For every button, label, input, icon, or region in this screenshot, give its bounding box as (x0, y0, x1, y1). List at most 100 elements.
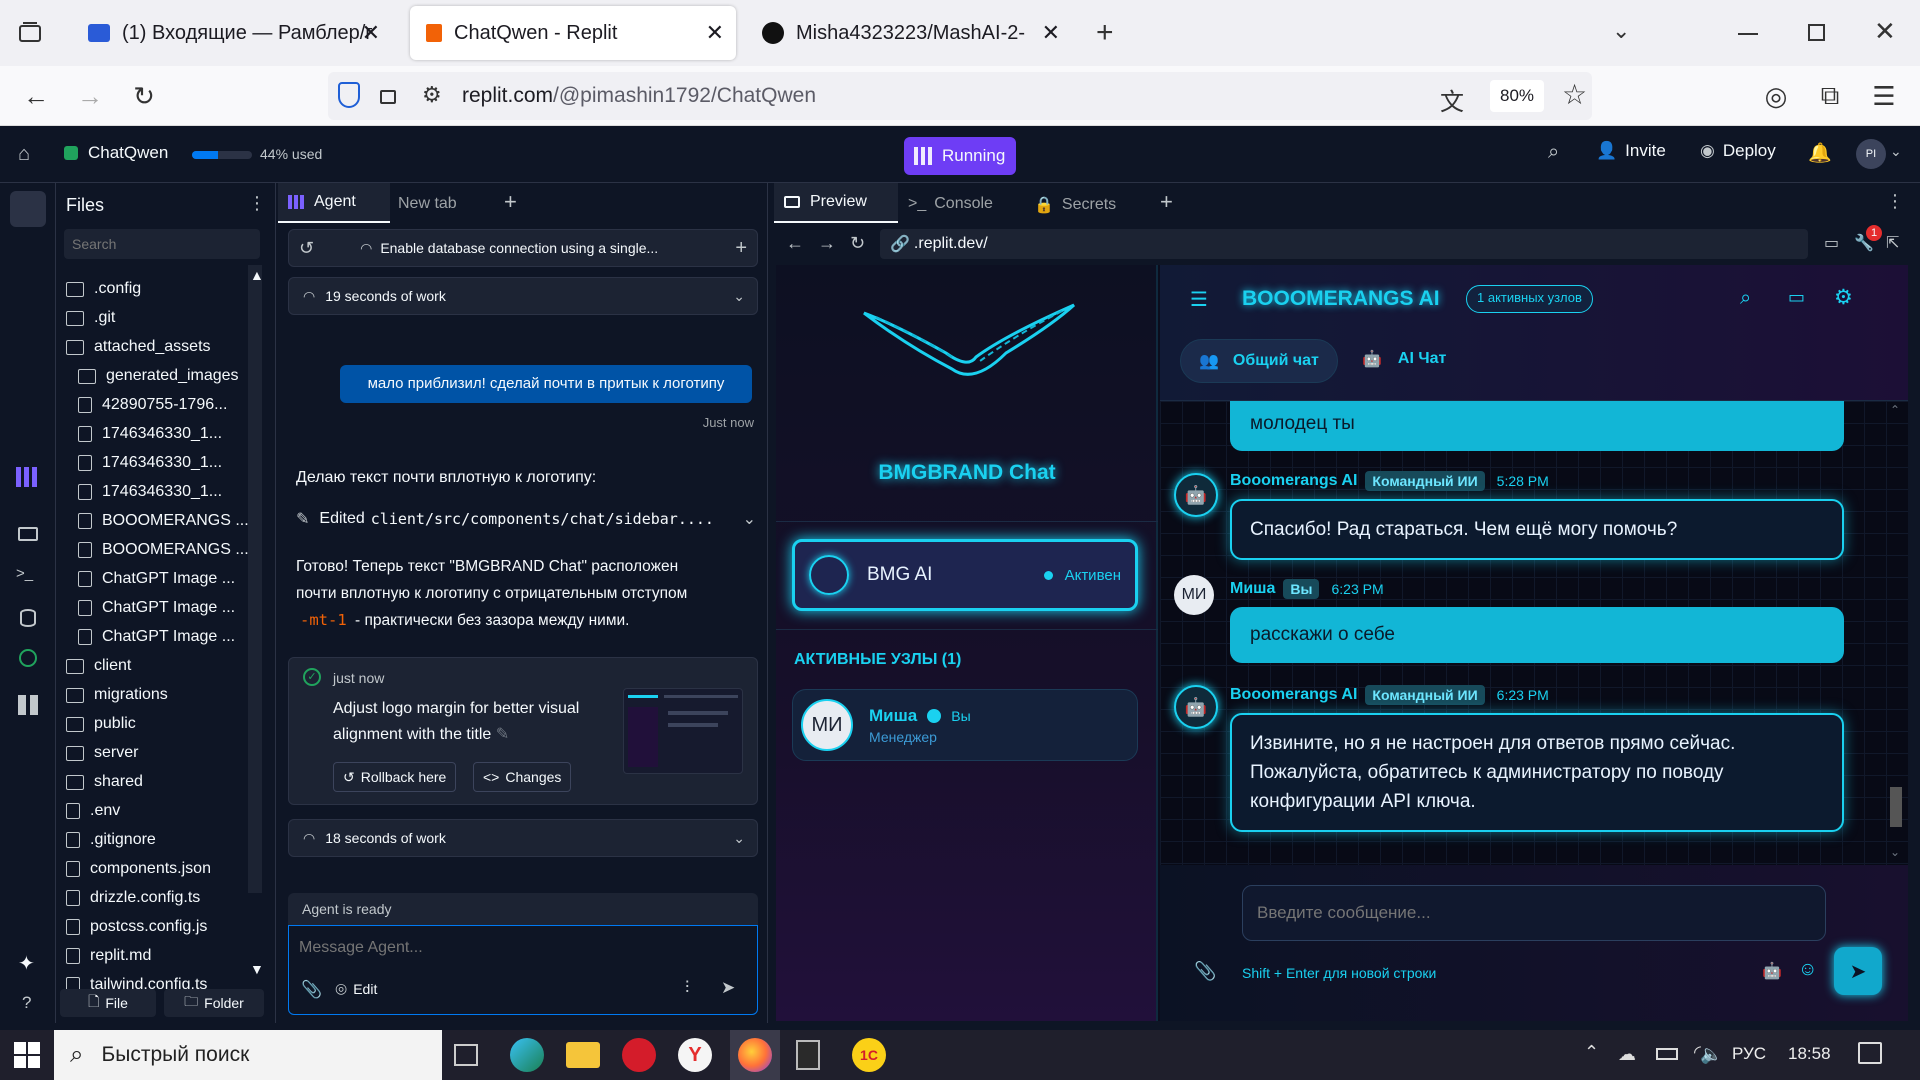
plus-icon[interactable]: + (735, 237, 747, 260)
file-item[interactable]: 42890755-1796... (78, 391, 227, 419)
kebab-icon[interactable]: ⋮ (1886, 191, 1904, 212)
file-item[interactable]: 1746346330_1... (78, 449, 222, 477)
devices-icon[interactable]: ▭ (1824, 233, 1839, 253)
preview-icon[interactable] (18, 527, 38, 541)
work-summary-2[interactable]: ◠ 18 seconds of work ⌄ (288, 819, 758, 857)
file-item[interactable]: postcss.config.js (66, 913, 207, 941)
scroll-down-icon[interactable]: ▼ (250, 961, 264, 977)
folder-item[interactable]: .config (66, 275, 141, 303)
add-tab-icon[interactable]: + (1160, 189, 1173, 215)
opera-icon[interactable] (622, 1038, 656, 1072)
emoji-icon[interactable]: ☺ (1798, 959, 1817, 981)
avatar[interactable]: PI (1856, 139, 1886, 169)
agent-message-input[interactable] (299, 934, 739, 962)
search-icon[interactable]: ⌕ (1548, 141, 1559, 164)
file-item[interactable]: components.json (66, 855, 211, 883)
bookmark-star-icon[interactable]: ☆ (1562, 78, 1587, 111)
file-item[interactable]: .env (66, 797, 120, 825)
language-indicator[interactable]: РУС (1732, 1044, 1766, 1064)
chevron-down-icon[interactable]: ⌄ (733, 288, 745, 305)
notifications-icon[interactable] (1858, 1042, 1882, 1064)
file-item[interactable]: .gitignore (66, 826, 156, 854)
send-icon[interactable]: ➤ (721, 978, 735, 998)
tab-ai-chat[interactable]: 🤖 AI Чат (1362, 349, 1446, 369)
extensions-icon[interactable]: ⧉ (1812, 78, 1848, 114)
home-icon[interactable]: ⌂ (18, 143, 30, 166)
windows-start-icon[interactable] (14, 1042, 40, 1068)
run-button[interactable]: Running (904, 137, 1016, 175)
agent-icon[interactable] (16, 467, 40, 487)
taskbar-search[interactable]: ⌕ Быстрый поиск (54, 1030, 442, 1080)
new-tab-icon[interactable]: + (1096, 16, 1114, 50)
task-view-icon[interactable] (454, 1044, 478, 1066)
new-file-button[interactable]: 🗋 File (60, 989, 156, 1017)
preview-forward-icon[interactable]: → (818, 233, 836, 254)
work-summary-1[interactable]: ◠ 19 seconds of work ⌄ (288, 277, 758, 315)
edit-mode-button[interactable]: ◎ Edit (335, 980, 377, 997)
settings-sliders-icon[interactable]: ⫶ (685, 978, 689, 998)
kebab-icon[interactable]: ⋮ (248, 193, 266, 214)
zoom-level[interactable]: 80% (1490, 80, 1544, 112)
file-item[interactable]: 1746346330_1... (78, 478, 222, 506)
tab-list-icon[interactable] (16, 18, 44, 46)
clock[interactable]: 18:58 (1788, 1044, 1831, 1064)
forward-icon[interactable]: → (72, 78, 108, 114)
onedrive-icon[interactable]: ☁ (1618, 1044, 1636, 1065)
volume-icon[interactable]: 🔈 (1700, 1044, 1722, 1065)
chevron-down-icon[interactable]: ⌄ (733, 830, 745, 847)
paperclip-icon[interactable]: 📎 (301, 980, 322, 1000)
tab-secrets[interactable]: 🔒 Secrets (1034, 195, 1116, 215)
edited-file[interactable]: ✎ Edited client/src/components/chat/side… (296, 509, 756, 529)
browser-tab-mail[interactable]: (1) Входящие — Рамблер/почт ✕ (72, 6, 392, 60)
browser-tab-github[interactable]: Misha4323223/MashAI-2- ✕ (746, 6, 1072, 60)
bell-icon[interactable]: 🔔 (1808, 141, 1832, 165)
open-new-window-icon[interactable]: ⇱ (1886, 233, 1899, 253)
back-icon[interactable]: ← (18, 78, 54, 114)
folder-item[interactable]: migrations (66, 681, 168, 709)
folder-item[interactable]: shared (66, 768, 143, 796)
file-item[interactable]: BOOOMERANGS ... (78, 507, 249, 535)
console-icon[interactable]: >_ (16, 565, 33, 582)
lock-icon[interactable] (380, 90, 396, 104)
yandex-icon[interactable]: Y (678, 1038, 712, 1072)
history-icon[interactable]: ↺ (299, 238, 314, 259)
folder-item[interactable]: generated_images (78, 362, 239, 390)
preview-reload-icon[interactable]: ↻ (850, 233, 865, 254)
edge-icon[interactable] (510, 1038, 544, 1072)
tray-chevron-icon[interactable]: ⌃ (1584, 1042, 1599, 1063)
app-1c-icon[interactable]: 1С (852, 1038, 886, 1072)
gear-icon[interactable]: ⚙ (1834, 285, 1853, 310)
tab-new[interactable]: New tab (398, 195, 457, 213)
task-bar[interactable]: ↺ ◠ Enable database connection using a s… (288, 229, 758, 267)
checkpoint-thumbnail[interactable] (623, 688, 743, 774)
battery-icon[interactable] (1656, 1048, 1678, 1060)
deploy-button[interactable]: ◉ Deploy (1700, 141, 1776, 161)
chevron-down-icon[interactable]: ⌄ (743, 509, 756, 529)
close-window-icon[interactable]: ✕ (1874, 16, 1896, 47)
scroll-up-icon[interactable]: ▲ (250, 267, 264, 283)
permissions-icon[interactable]: ⚙ (422, 82, 442, 108)
rollback-button[interactable]: ↺ Rollback here (333, 762, 457, 792)
files-search-input[interactable] (64, 229, 260, 259)
folder-item[interactable]: attached_assets (66, 333, 211, 361)
restore-icon[interactable] (1808, 24, 1825, 41)
deployments-icon[interactable] (19, 649, 37, 667)
file-item[interactable]: drizzle.config.ts (66, 884, 200, 912)
chevron-down-icon[interactable]: ⌄ (1890, 143, 1902, 160)
database-icon[interactable] (20, 609, 36, 627)
file-item[interactable]: ChatGPT Image ... (78, 565, 235, 593)
tab-console[interactable]: >_ Console (908, 195, 993, 213)
add-tab-icon[interactable]: + (504, 189, 517, 215)
all-tools-icon[interactable] (18, 695, 38, 715)
close-icon[interactable]: ✕ (706, 20, 724, 46)
preview-back-icon[interactable]: ← (786, 233, 804, 254)
reload-icon[interactable]: ↻ (126, 78, 162, 114)
file-item[interactable]: 1746346330_1... (78, 420, 222, 448)
tab-general-chat[interactable]: 👥 Общий чат (1180, 339, 1338, 383)
chat-scrollbar[interactable]: ⌃ ⌄ (1888, 401, 1904, 865)
folder-item[interactable]: server (66, 739, 138, 767)
calculator-icon[interactable] (796, 1040, 820, 1070)
tab-preview[interactable]: Preview (774, 183, 898, 223)
menu-icon[interactable]: ☰ (1190, 287, 1208, 312)
translate-icon[interactable]: 文 (1440, 82, 1464, 117)
